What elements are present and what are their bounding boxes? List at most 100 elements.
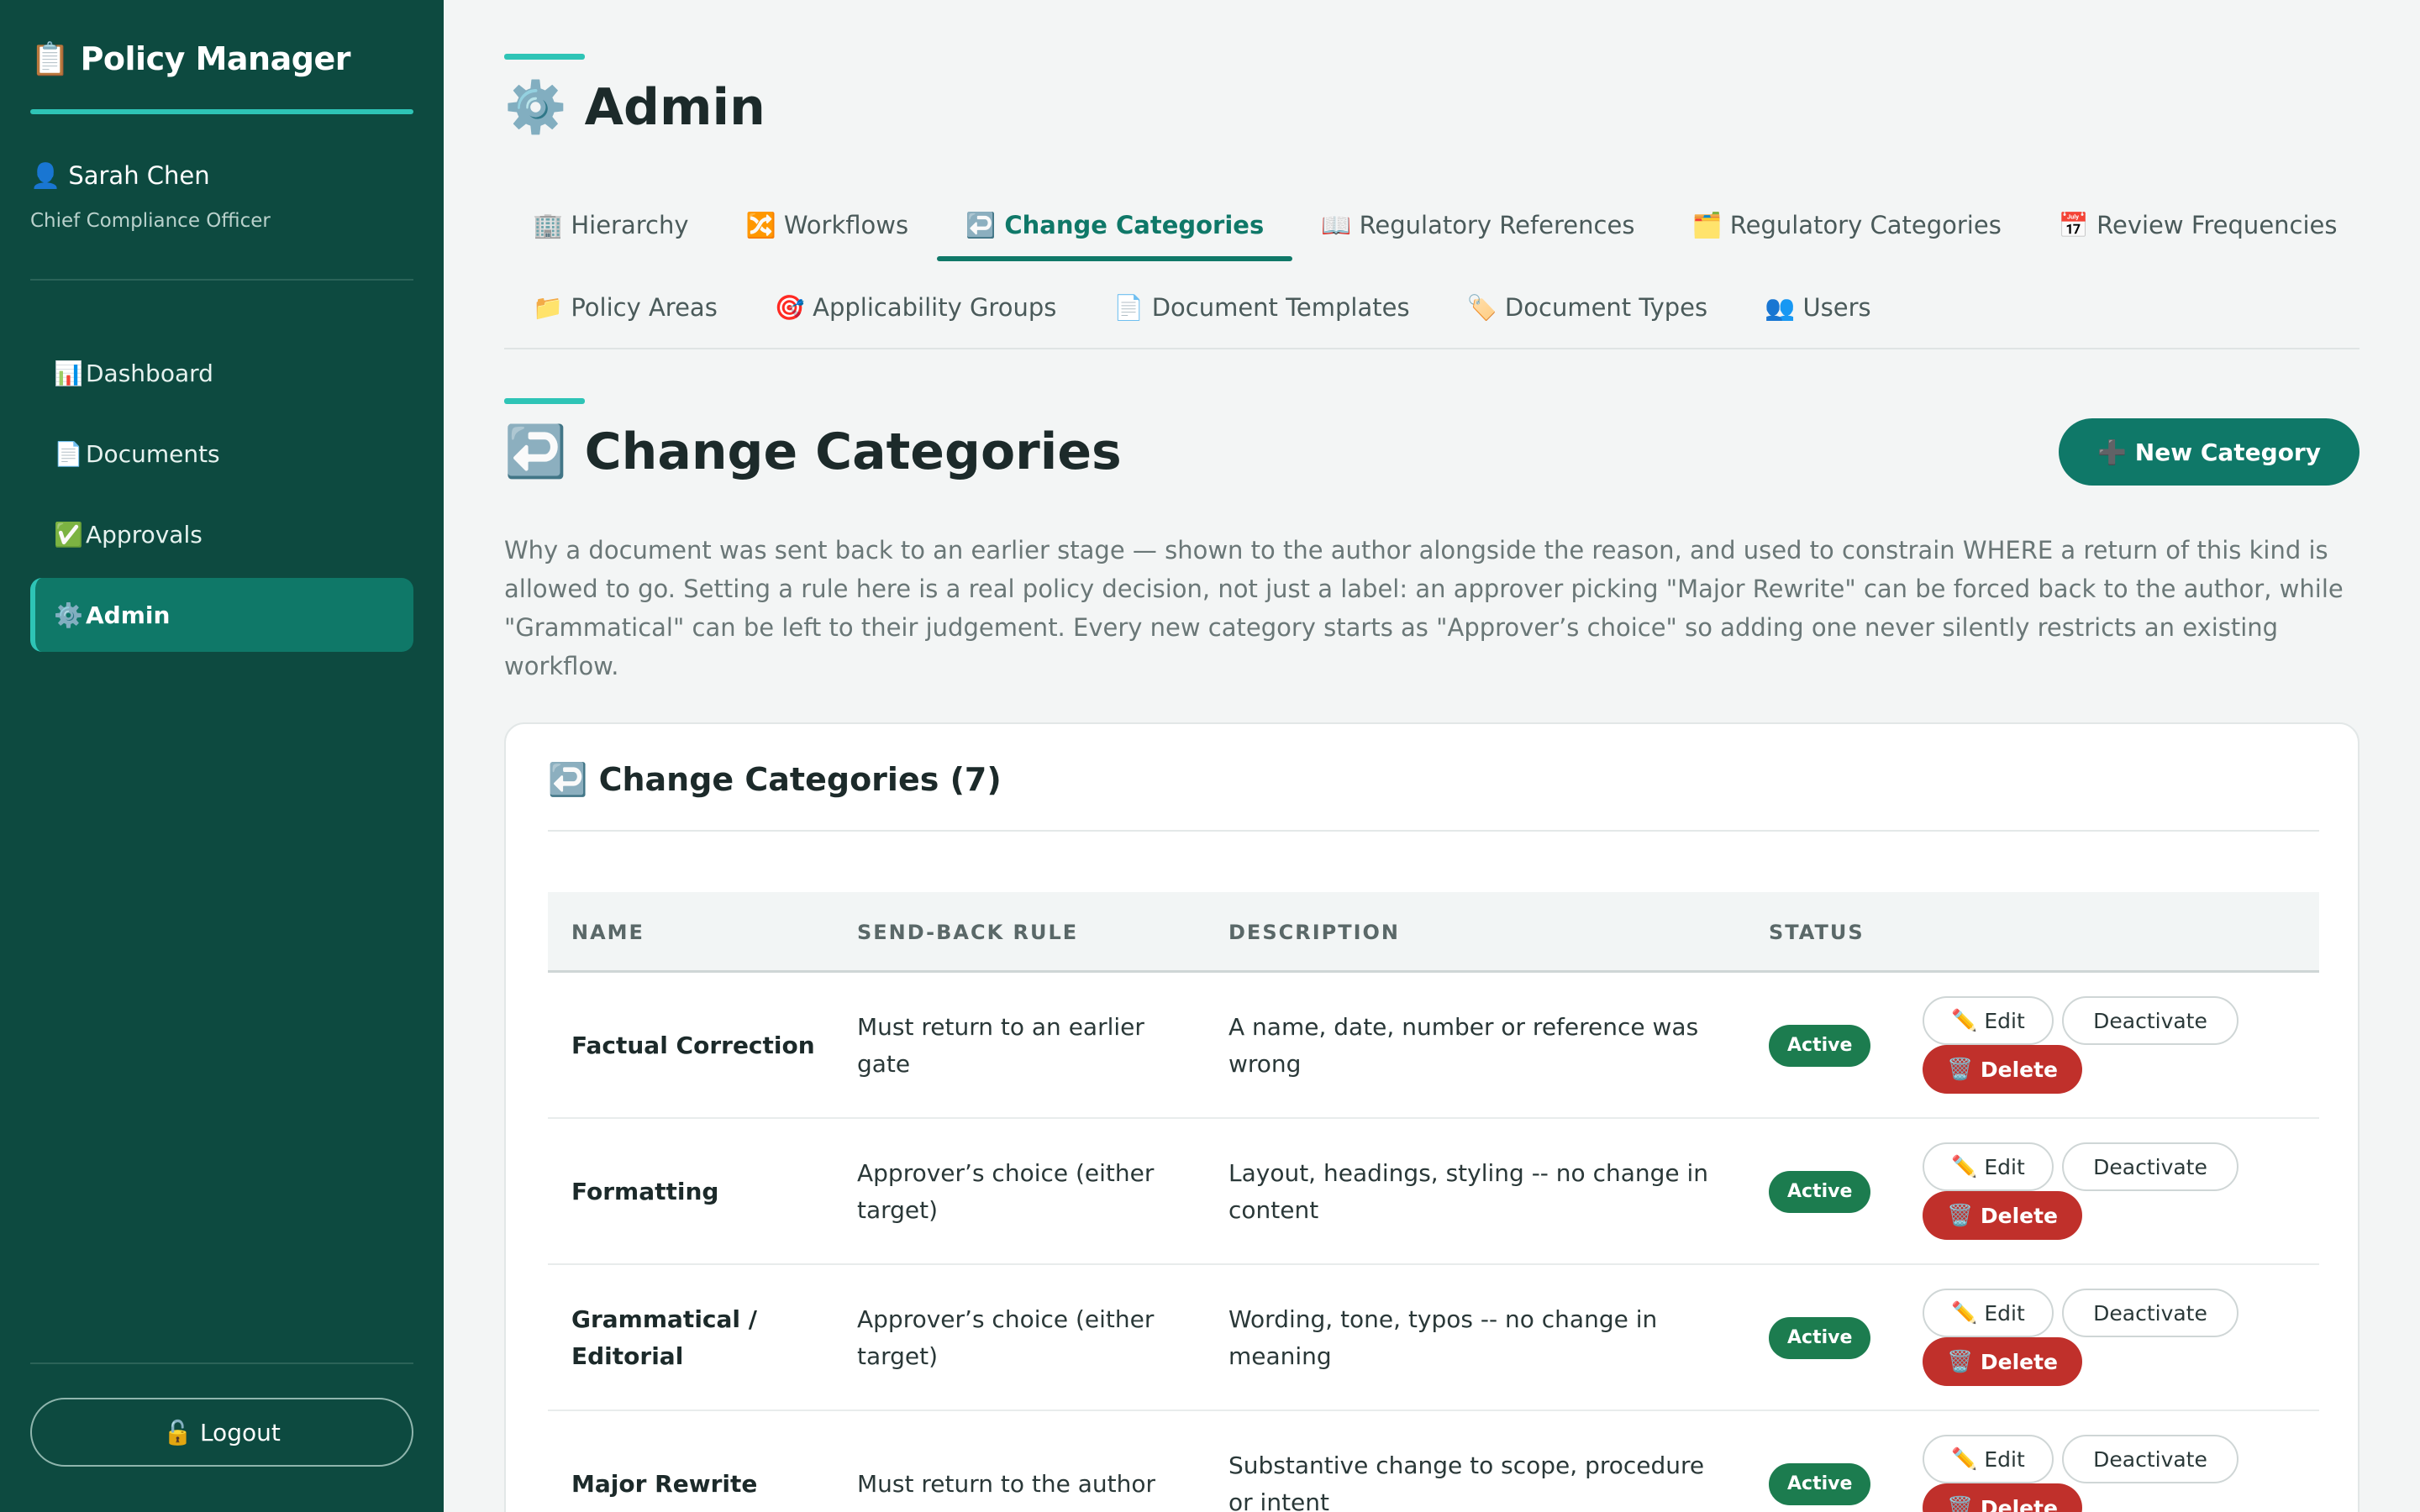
deactivate-button[interactable]: Deactivate xyxy=(2062,1142,2238,1191)
tab-regulatory-categories[interactable]: 🗂️ Regulatory Categories xyxy=(1663,194,2029,256)
section-title: ↩️ Change Categories xyxy=(504,422,1122,481)
trash-icon: 🗑️ xyxy=(1947,1057,1974,1081)
tab-review-frequencies[interactable]: 📅 Review Frequencies xyxy=(2030,194,2366,256)
tab-label: Users xyxy=(1802,293,1871,322)
tab-workflows[interactable]: 🔀 Workflows xyxy=(718,194,938,256)
brand-name: Policy Manager xyxy=(80,40,351,77)
status-badge: Active xyxy=(1769,1171,1871,1213)
delete-button[interactable]: 🗑️ Delete xyxy=(1923,1191,2082,1240)
tab-document-templates[interactable]: 📄 Document Templates xyxy=(1085,276,1438,339)
tab-label: Regulatory References xyxy=(1359,211,1635,239)
column-header-name: NAME xyxy=(571,921,644,944)
tab-label: Regulatory Categories xyxy=(1729,211,2002,239)
send-back-rule: Must return to an earlier gate xyxy=(857,1013,1144,1078)
pencil-icon: ✏️ xyxy=(1951,1008,1978,1032)
delete-button[interactable]: 🗑️ Delete xyxy=(1923,1337,2082,1386)
tab-label: Workflows xyxy=(783,211,909,239)
column-header-description: DESCRIPTION xyxy=(1228,921,1401,944)
tab-applicability-groups[interactable]: 🎯 Applicability Groups xyxy=(746,276,1086,339)
tab-users[interactable]: 👥 Users xyxy=(1736,276,1900,339)
delete-label: Delete xyxy=(1980,1203,2058,1228)
tab-label: Document Templates xyxy=(1151,293,1410,322)
delete-button[interactable]: 🗑️ Delete xyxy=(1923,1045,2082,1094)
tab-regulatory-references[interactable]: 📖 Regulatory References xyxy=(1292,194,1663,256)
gear-icon: ⚙️ xyxy=(504,78,567,137)
sidebar-item-admin[interactable]: ⚙️ Admin xyxy=(30,578,413,652)
categories-card: ↩️ Change Categories (7) NAME SEND-BACK … xyxy=(504,722,2360,1512)
table-row: Major Rewrite Must return to the author … xyxy=(548,1411,2319,1512)
edit-label: Edit xyxy=(1984,1008,2025,1033)
edit-button[interactable]: ✏️ Edit xyxy=(1923,996,2054,1045)
category-name: Major Rewrite xyxy=(571,1470,758,1498)
building-icon: 🏢 xyxy=(533,210,564,239)
deactivate-button[interactable]: Deactivate xyxy=(2062,996,2238,1045)
return-arrow-icon: ↩️ xyxy=(965,210,997,239)
category-description: Substantive change to scope, procedure o… xyxy=(1228,1452,1705,1512)
card-divider xyxy=(548,830,2319,832)
user-name: 👤 Sarah Chen xyxy=(30,161,210,191)
tab-hierarchy[interactable]: 🏢 Hierarchy xyxy=(504,194,718,256)
category-name: Grammatical / Editorial xyxy=(571,1305,757,1370)
sidebar-item-approvals[interactable]: ✅ Approvals xyxy=(30,497,413,571)
send-back-rule: Approver’s choice (either target) xyxy=(857,1305,1155,1370)
status-badge: Active xyxy=(1769,1317,1871,1359)
tab-document-types[interactable]: 🏷️ Document Types xyxy=(1439,276,1737,339)
sidebar-item-dashboard[interactable]: 📊 Dashboard xyxy=(30,336,413,410)
edit-button[interactable]: ✏️ Edit xyxy=(1923,1142,2054,1191)
users-icon: 👥 xyxy=(1765,292,1796,322)
logout-button[interactable]: 🔓 Logout xyxy=(30,1398,413,1467)
edit-label: Edit xyxy=(1984,1154,2025,1179)
document-icon: 📄 xyxy=(54,439,83,468)
logout-label: Logout xyxy=(199,1418,281,1446)
brand-underline xyxy=(30,109,413,114)
admin-tabs-row-2: 📁 Policy Areas 🎯 Applicability Groups 📄 … xyxy=(504,276,1900,339)
status-badge: Active xyxy=(1769,1025,1871,1067)
table-header: NAME SEND-BACK RULE DESCRIPTION STATUS xyxy=(548,892,2319,973)
section-accent xyxy=(504,398,585,404)
tab-policy-areas[interactable]: 📁 Policy Areas xyxy=(504,276,746,339)
table-row: Formatting Approver’s choice (either tar… xyxy=(548,1119,2319,1265)
user-icon: 👤 xyxy=(30,161,61,190)
sidebar-item-label: Approvals xyxy=(86,520,203,549)
user-role: Chief Compliance Officer xyxy=(30,210,271,232)
sidebar-item-label: Documents xyxy=(86,439,220,468)
table-row: Factual Correction Must return to an ear… xyxy=(548,973,2319,1119)
tab-label: Policy Areas xyxy=(571,293,718,322)
tab-label: Change Categories xyxy=(1004,211,1265,239)
edit-label: Edit xyxy=(1984,1300,2025,1326)
brand: 📋 Policy Manager xyxy=(30,40,350,78)
status-cell: Active xyxy=(1769,1411,1871,1512)
deactivate-button[interactable]: Deactivate xyxy=(2062,1289,2238,1337)
clipboard-icon: 📋 xyxy=(30,40,70,77)
pencil-icon: ✏️ xyxy=(1951,1446,1978,1471)
sidebar-divider xyxy=(30,1362,413,1364)
tab-label: Review Frequencies xyxy=(2096,211,2338,239)
tab-change-categories[interactable]: ↩️ Change Categories xyxy=(937,194,1293,261)
new-category-label: New Category xyxy=(2134,438,2321,466)
user-name-text: Sarah Chen xyxy=(68,161,210,190)
trash-icon: 🗑️ xyxy=(1947,1349,1974,1373)
category-description: A name, date, number or reference was wr… xyxy=(1228,1013,1699,1078)
tab-label: Document Types xyxy=(1504,293,1708,322)
table-row: Grammatical / Editorial Approver’s choic… xyxy=(548,1265,2319,1411)
chart-icon: 📊 xyxy=(54,359,83,387)
edit-button[interactable]: ✏️ Edit xyxy=(1923,1289,2054,1337)
deactivate-button[interactable]: Deactivate xyxy=(2062,1435,2238,1483)
category-name: Factual Correction xyxy=(571,1032,815,1059)
delete-button[interactable]: 🗑️ Delete xyxy=(1923,1483,2082,1512)
return-arrow-icon: ↩️ xyxy=(548,761,588,798)
plus-icon: ➕ xyxy=(2097,438,2128,466)
delete-label: Delete xyxy=(1980,1495,2058,1512)
shuffle-icon: 🔀 xyxy=(745,210,776,239)
tag-icon: 🏷️ xyxy=(1466,292,1497,322)
edit-button[interactable]: ✏️ Edit xyxy=(1923,1435,2054,1483)
sidebar-item-documents[interactable]: 📄 Documents xyxy=(30,417,413,491)
sidebar-nav: 📊 Dashboard 📄 Documents ✅ Approvals ⚙️ A… xyxy=(30,336,413,659)
category-description: Layout, headings, styling -- no change i… xyxy=(1228,1159,1709,1224)
pencil-icon: ✏️ xyxy=(1951,1154,1978,1179)
delete-label: Delete xyxy=(1980,1349,2058,1374)
send-back-rule: Must return to the author xyxy=(857,1470,1156,1498)
status-badge: Active xyxy=(1769,1463,1871,1505)
new-category-button[interactable]: ➕ New Category xyxy=(2059,418,2360,486)
calendar-icon: 📅 xyxy=(2058,210,2089,239)
